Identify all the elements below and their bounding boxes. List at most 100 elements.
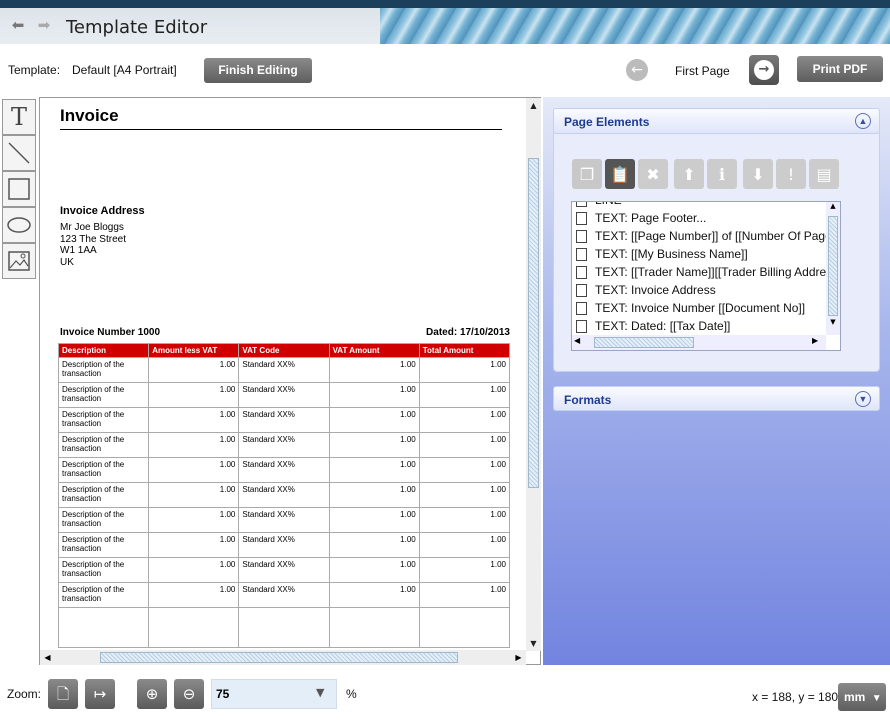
scroll-right-icon[interactable]: ▶	[812, 336, 818, 345]
table-cell: Description of the transaction	[57, 357, 150, 383]
list-item-label: TEXT: Page Footer...	[595, 211, 707, 225]
invoice-number[interactable]: Invoice Number 1000	[60, 327, 160, 338]
list-item[interactable]: LINE	[572, 202, 826, 209]
page-elements-header[interactable]: Page Elements ▲	[553, 108, 880, 134]
table-row: Description of the transaction 1.00 Standa…	[57, 382, 511, 408]
title-rule[interactable]	[60, 129, 502, 130]
invoice-title[interactable]: Invoice	[60, 106, 119, 126]
move-down-icon[interactable]: ⬇	[743, 159, 773, 189]
list-item[interactable]: TEXT: Invoice Number [[Document No]]	[572, 299, 826, 317]
list-item-label: TEXT: Invoice Number [[Document No]]	[595, 301, 806, 315]
scroll-down-icon[interactable]: ▼	[526, 636, 541, 651]
document-icon	[576, 319, 587, 333]
next-page-button[interactable]: →	[749, 55, 779, 85]
table-cell: 1.00	[328, 407, 420, 433]
zoom-out-icon[interactable]: ⊖	[174, 679, 204, 709]
print-pdf-button[interactable]: Print PDF	[797, 56, 883, 82]
vertical-scrollbar[interactable]: ▲ ▼	[526, 98, 541, 651]
finish-editing-button[interactable]: Finish Editing	[204, 58, 312, 83]
list-item[interactable]: TEXT: [[Trader Name]][[Trader Billing Ad…	[572, 263, 826, 281]
image-tool-icon[interactable]	[2, 243, 36, 279]
collapse-icon[interactable]: ▲	[855, 113, 871, 129]
send-backward-icon[interactable]: !	[776, 159, 806, 189]
arrow-left-icon[interactable]: ⬅	[8, 17, 28, 33]
scroll-left-icon[interactable]: ◀	[40, 650, 55, 665]
line-tool-icon[interactable]	[2, 135, 36, 171]
group-icon[interactable]: ▤	[809, 159, 839, 189]
scroll-up-icon[interactable]: ▲	[526, 98, 541, 113]
table-cell: 1.00	[148, 357, 240, 383]
invoice-date[interactable]: Dated: 17/10/2013	[370, 327, 510, 338]
template-name: Default [A4 Portrait]	[72, 63, 177, 77]
delete-icon[interactable]: ✖	[638, 159, 668, 189]
list-item[interactable]: TEXT: Page Footer...	[572, 209, 826, 227]
document-icon	[576, 229, 587, 243]
zoom-in-icon[interactable]: ⊕	[137, 679, 167, 709]
list-horizontal-scrollbar[interactable]: ◀ ▶	[572, 335, 826, 350]
list-item[interactable]: TEXT: Invoice Address	[572, 281, 826, 299]
list-item[interactable]: TEXT: [[Page Number]] of [[Number Of Pag…	[572, 227, 826, 245]
table-row: Description of the transaction 1.00 Standa…	[57, 482, 511, 508]
table-header-row: Description Amount less VAT VAT Code VAT Am…	[57, 343, 511, 358]
page-elements-list[interactable]: LINE TEXT: Page Footer... TEXT: [[Page Num…	[571, 201, 841, 351]
list-item[interactable]: TEXT: Dated: [[Tax Date]]	[572, 317, 826, 335]
table-row: Description of the transaction 1.00 Standa…	[57, 507, 511, 533]
scroll-down-icon[interactable]: ▼	[826, 318, 840, 330]
document-canvas[interactable]: Invoice Invoice Address Mr Joe Bloggs 12…	[39, 97, 541, 665]
invoice-table[interactable]: Description Amount less VAT VAT Code VAT Am…	[57, 343, 511, 648]
text-tool-icon[interactable]: T	[2, 99, 36, 135]
fit-width-icon[interactable]: ↦	[85, 679, 115, 709]
ellipse-tool-icon[interactable]	[2, 207, 36, 243]
list-vertical-scrollbar[interactable]: ▲ ▼	[826, 202, 840, 335]
address-block[interactable]: Mr Joe Bloggs 123 The Street W1 1AA UK	[60, 222, 126, 268]
table-cell: Standard XX%	[238, 457, 330, 483]
address-line: W1 1AA	[60, 245, 97, 256]
table-row: Description of the transaction 1.00 Standa…	[57, 457, 511, 483]
table-cell: Description of the transaction	[57, 382, 150, 408]
page-label: First Page	[675, 64, 730, 78]
arrow-right-icon[interactable]: ➡	[34, 17, 54, 33]
duplicate-icon[interactable]: ❐	[572, 159, 602, 189]
table-row: Description of the transaction 1.00 Standa…	[57, 557, 511, 583]
table-cell: 1.00	[328, 582, 420, 608]
expand-icon[interactable]: ▼	[855, 391, 871, 407]
move-up-icon[interactable]: ⬆	[674, 159, 704, 189]
rectangle-tool-icon[interactable]	[2, 171, 36, 207]
bring-forward-icon[interactable]: ℹ	[707, 159, 737, 189]
address-heading[interactable]: Invoice Address	[60, 205, 145, 217]
fit-page-icon[interactable]: 🗋	[48, 679, 78, 709]
scroll-thumb[interactable]	[828, 216, 838, 316]
table-cell: 1.00	[418, 507, 511, 533]
zoom-select[interactable]: 75 ▼	[211, 679, 337, 709]
column-header: Total Amount	[418, 343, 511, 358]
scroll-thumb[interactable]	[594, 337, 694, 348]
horizontal-scrollbar[interactable]: ◀ ▶	[40, 650, 526, 665]
unit-select[interactable]: mm ▼	[838, 683, 886, 711]
scroll-thumb[interactable]	[100, 652, 458, 663]
table-cell: 1.00	[148, 507, 240, 533]
scroll-left-icon[interactable]: ◀	[574, 336, 580, 345]
table-cell: 1.00	[328, 557, 420, 583]
list-item-label: TEXT: Invoice Address	[595, 283, 716, 297]
table-row: Description of the transaction 1.00 Standa…	[57, 532, 511, 558]
address-line: UK	[60, 256, 74, 268]
scroll-thumb[interactable]	[528, 158, 539, 488]
table-cell: 1.00	[418, 582, 511, 608]
table-cell: Description of the transaction	[57, 582, 150, 608]
column-header: VAT Amount	[328, 343, 420, 358]
table-cell: 1.00	[418, 432, 511, 458]
table-cell: Standard XX%	[238, 557, 330, 583]
list-item[interactable]: TEXT: [[My Business Name]]	[572, 245, 826, 263]
previous-page-icon[interactable]: ←	[626, 59, 648, 81]
list-item-label: TEXT: [[My Business Name]]	[595, 247, 748, 261]
table-row: Description of the transaction 1.00 Standa…	[57, 407, 511, 433]
table-cell: 1.00	[148, 407, 240, 433]
paste-icon[interactable]: 📋	[605, 159, 635, 189]
column-header: VAT Code	[238, 343, 330, 358]
scroll-up-icon[interactable]: ▲	[826, 202, 840, 214]
table-cell: 1.00	[148, 582, 240, 608]
zoom-label: Zoom:	[7, 687, 42, 701]
scroll-right-icon[interactable]: ▶	[511, 650, 526, 665]
formats-header[interactable]: Formats ▼	[553, 386, 880, 411]
table-cell: 1.00	[328, 532, 420, 558]
